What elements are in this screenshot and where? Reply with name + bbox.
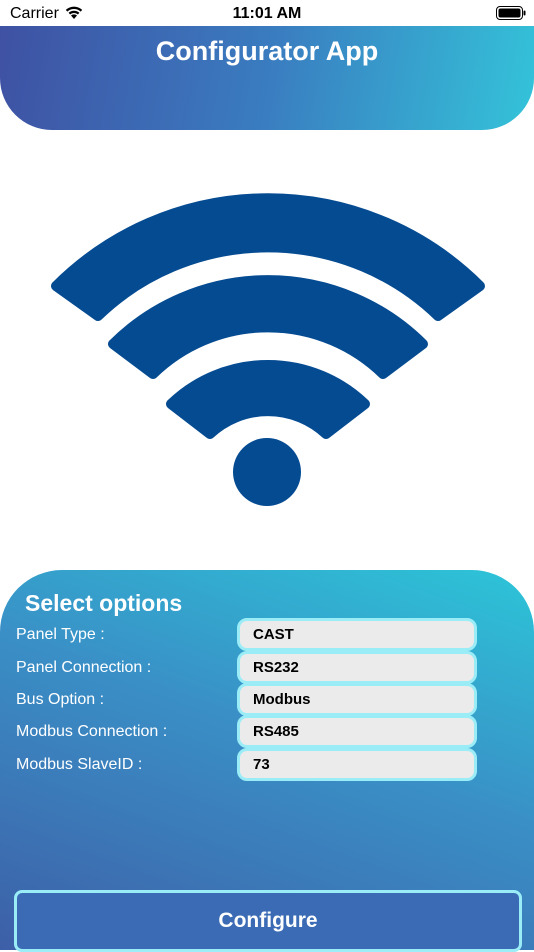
modbus-slaveid-field[interactable]: 73 — [237, 748, 477, 781]
app-title: Configurator App — [155, 36, 379, 66]
wifi-icon — [51, 193, 485, 506]
options-title: Select options — [25, 590, 183, 616]
panel-connection-field[interactable]: RS232 — [237, 651, 477, 684]
status-time: 11:01 AM — [232, 5, 302, 22]
status-bar: Carrier 11:01 AM — [0, 0, 534, 28]
modbus-connection-label: Modbus Connection : — [16, 723, 168, 740]
panel-type-label: Panel Type : — [16, 626, 105, 643]
battery-icon — [496, 6, 526, 20]
bus-option-label: Bus Option : — [16, 691, 105, 708]
app-header: Configurator App — [0, 26, 534, 130]
configure-button[interactable]: Configure — [14, 890, 522, 952]
modbus-connection-field[interactable]: RS485 — [237, 715, 477, 748]
panel-type-field[interactable]: CAST — [237, 618, 477, 651]
bus-option-field[interactable]: Modbus — [237, 683, 477, 716]
modbus-slaveid-label: Modbus SlaveID : — [16, 756, 143, 773]
panel-connection-label: Panel Connection : — [16, 659, 152, 676]
